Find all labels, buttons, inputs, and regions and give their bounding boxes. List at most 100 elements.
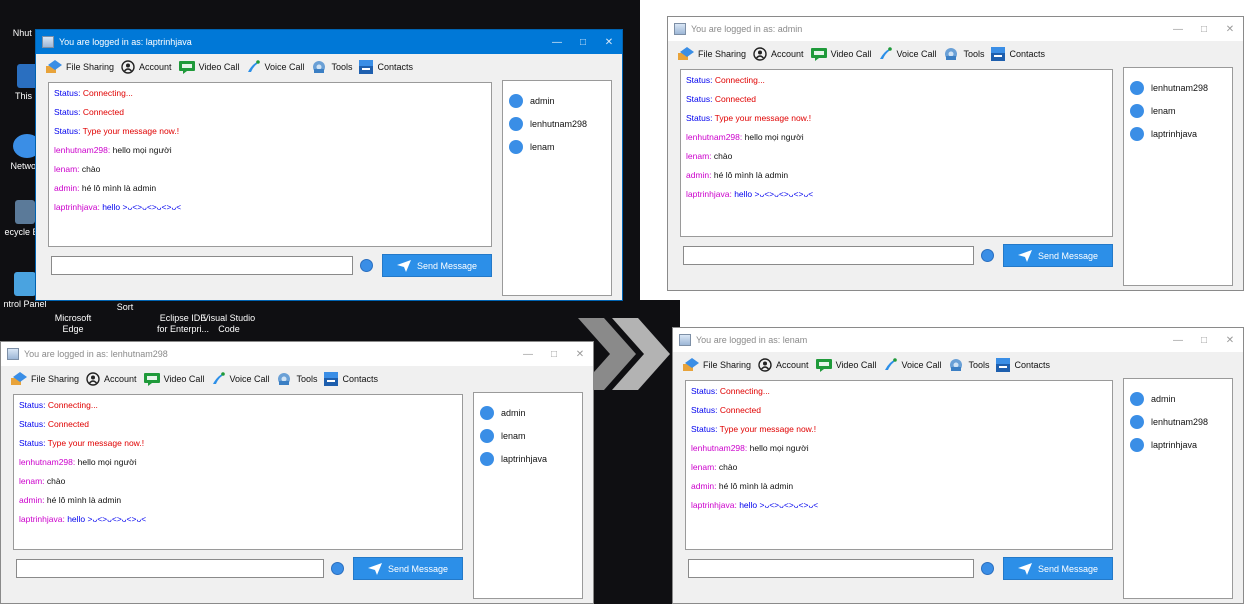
message-sender: admin: <box>686 170 712 180</box>
chat-history[interactable]: Status: Connecting... Status: Connected St… <box>13 394 463 550</box>
online-users-list[interactable]: admin lenhutnam298 lenam <box>502 80 612 296</box>
menu-item-video-call[interactable]: Video Call <box>815 358 876 372</box>
menu-item-contacts[interactable]: Contacts <box>991 47 1045 61</box>
send-message-button[interactable]: Send Message <box>382 254 492 277</box>
menu-item-video-call[interactable]: Video Call <box>810 47 871 61</box>
user-status-icon <box>509 139 523 154</box>
send-message-button[interactable]: Send Message <box>1003 244 1113 267</box>
menu-item-tools[interactable]: Tools <box>948 358 989 372</box>
menu-item-tools[interactable]: Tools <box>311 60 352 74</box>
menu-item-file-sharing[interactable]: File Sharing <box>11 372 79 386</box>
phone-icon <box>880 47 893 59</box>
online-users-list[interactable]: admin lenhutnam298 laptrinhjava <box>1123 378 1233 599</box>
window-titlebar[interactable]: You are logged in as: lenam — □ ✕ <box>673 328 1243 352</box>
menu-item-account[interactable]: Account <box>121 60 172 74</box>
menu-item-file-sharing[interactable]: File Sharing <box>683 358 751 372</box>
menu-item-file-sharing[interactable]: File Sharing <box>46 60 114 74</box>
desktop-icon-vscode[interactable]: Visual Studio Code <box>198 302 260 335</box>
message-input[interactable] <box>683 246 974 265</box>
chat-window[interactable]: You are logged in as: laptrinhjava — □ ✕… <box>35 29 623 301</box>
video-call-icon <box>178 60 195 74</box>
file-sharing-icon <box>46 60 62 73</box>
menu-item-voice-call[interactable]: Voice Call <box>211 372 269 386</box>
online-users-list[interactable]: admin lenam laptrinhjava <box>473 392 583 599</box>
maximize-icon[interactable]: □ <box>1191 335 1217 346</box>
user-status-icon <box>1130 126 1144 141</box>
online-user-item[interactable]: lenam <box>480 424 576 447</box>
menu-item-contacts[interactable]: Contacts <box>996 358 1050 372</box>
menu-item-label: Tools <box>296 374 318 384</box>
user-status-icon <box>480 428 494 443</box>
menu-item-video-call[interactable]: Video Call <box>143 372 205 386</box>
online-user-item[interactable]: lenhutnam298 <box>1130 76 1226 99</box>
minimize-icon[interactable]: — <box>515 349 541 360</box>
menu-item-account[interactable]: Account <box>86 372 137 386</box>
online-user-item[interactable]: admin <box>1130 387 1226 410</box>
send-message-button[interactable]: Send Message <box>1003 557 1113 580</box>
online-user-item[interactable]: lenhutnam298 <box>509 112 605 135</box>
minimize-icon[interactable]: — <box>544 37 570 48</box>
message-text: chào <box>79 164 101 174</box>
emoji-icon[interactable] <box>981 249 994 262</box>
emoji-icon[interactable] <box>360 259 373 272</box>
window-titlebar[interactable]: You are logged in as: laptrinhjava — □ ✕ <box>36 30 622 54</box>
java-app-icon <box>7 348 19 360</box>
menu-item-voice-call[interactable]: Voice Call <box>246 60 304 74</box>
online-user-item[interactable]: admin <box>480 401 576 424</box>
minimize-icon[interactable]: — <box>1165 335 1191 346</box>
chat-history[interactable]: Status: Connecting... Status: Connected St… <box>48 82 492 247</box>
online-user-item[interactable]: lenam <box>509 135 605 158</box>
online-user-name: admin <box>1151 393 1176 404</box>
online-users-list[interactable]: lenhutnam298 lenam laptrinhjava <box>1123 67 1233 286</box>
maximize-icon[interactable]: □ <box>1191 24 1217 35</box>
menu-item-voice-call[interactable]: Voice Call <box>883 358 941 372</box>
send-message-button[interactable]: Send Message <box>353 557 463 580</box>
menu-bar: File Sharing Account Video Call Voice Call T… <box>673 353 1243 377</box>
chat-window[interactable]: You are logged in as: lenam — □ ✕ File S… <box>672 327 1244 604</box>
online-user-item[interactable]: lenam <box>1130 99 1226 122</box>
online-user-item[interactable]: laptrinhjava <box>480 447 576 470</box>
chat-message: admin: hé lô mình là admin <box>54 182 486 201</box>
chat-message: lenhutnam298: hello mọi người <box>54 144 486 163</box>
online-user-item[interactable]: lenhutnam298 <box>1130 410 1226 433</box>
message-input[interactable] <box>16 559 324 578</box>
menu-item-file-sharing[interactable]: File Sharing <box>678 47 746 61</box>
chat-window[interactable]: You are logged in as: lenhutnam298 — □ ✕… <box>0 341 594 604</box>
message-sender: Status: <box>691 424 718 434</box>
message-input[interactable] <box>51 256 353 275</box>
menu-item-contacts[interactable]: Contacts <box>359 60 413 74</box>
close-icon[interactable]: ✕ <box>1217 335 1243 346</box>
menu-item-label: Account <box>104 374 137 384</box>
maximize-icon[interactable]: □ <box>541 349 567 360</box>
message-sender: Status: <box>19 400 46 410</box>
message-sender: admin: <box>691 481 717 491</box>
menu-item-account[interactable]: Account <box>753 47 804 61</box>
minimize-icon[interactable]: — <box>1165 24 1191 35</box>
emoji-icon[interactable] <box>981 562 994 575</box>
menu-item-contacts[interactable]: Contacts <box>324 372 378 386</box>
menu-item-account[interactable]: Account <box>758 358 809 372</box>
menu-item-label: Video Call <box>163 374 205 384</box>
chat-window[interactable]: You are logged in as: admin — □ ✕ File S… <box>667 16 1244 291</box>
close-icon[interactable]: ✕ <box>596 37 622 48</box>
chat-history[interactable]: Status: Connecting... Status: Connected St… <box>680 69 1113 237</box>
desktop-icon-sort[interactable]: Sort <box>94 302 156 313</box>
close-icon[interactable]: ✕ <box>567 349 593 360</box>
menu-item-tools[interactable]: Tools <box>276 372 317 386</box>
menu-item-tools[interactable]: Tools <box>943 47 984 61</box>
window-titlebar[interactable]: You are logged in as: lenhutnam298 — □ ✕ <box>1 342 593 366</box>
message-input[interactable] <box>688 559 974 578</box>
message-text: hé lô mình là admin <box>716 481 794 491</box>
emoji-icon[interactable] <box>331 562 344 575</box>
tools-icon <box>313 61 326 73</box>
close-icon[interactable]: ✕ <box>1217 24 1243 35</box>
online-user-item[interactable]: admin <box>509 89 605 112</box>
message-sender: lenam: <box>19 476 45 486</box>
maximize-icon[interactable]: □ <box>570 37 596 48</box>
menu-item-voice-call[interactable]: Voice Call <box>878 47 936 61</box>
menu-item-video-call[interactable]: Video Call <box>178 60 239 74</box>
online-user-item[interactable]: laptrinhjava <box>1130 433 1226 456</box>
online-user-item[interactable]: laptrinhjava <box>1130 122 1226 145</box>
chat-history[interactable]: Status: Connecting... Status: Connected St… <box>685 380 1113 550</box>
window-titlebar[interactable]: You are logged in as: admin — □ ✕ <box>668 17 1243 41</box>
